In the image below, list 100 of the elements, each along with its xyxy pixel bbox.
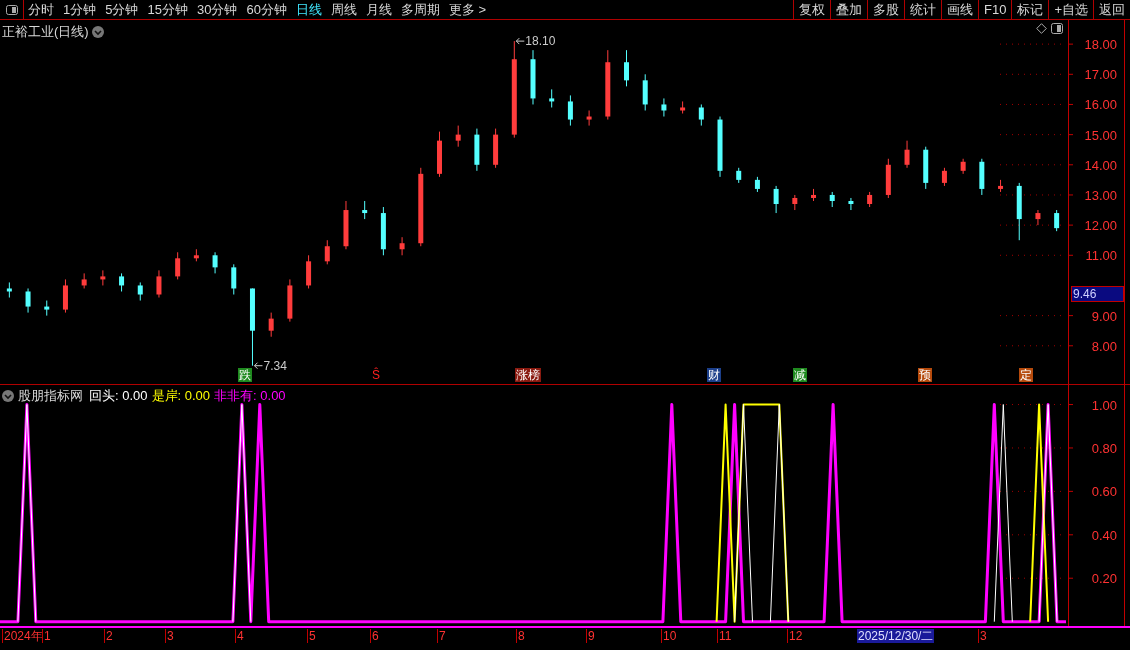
- candle: [680, 100, 686, 114]
- indicator-reading: 回头: 0.00: [89, 387, 148, 405]
- candle: [100, 269, 106, 286]
- current-price-label: 9.46: [1071, 286, 1124, 302]
- candle: [1054, 209, 1060, 232]
- candle: [979, 158, 985, 196]
- axis-label: 0.80: [1091, 440, 1117, 456]
- panel-toggle-icon[interactable]: [5, 4, 18, 15]
- event-marker[interactable]: 财: [707, 368, 721, 382]
- period-tab[interactable]: 月线: [365, 0, 392, 20]
- panel-toggle-icon[interactable]: [1051, 23, 1063, 34]
- axis-label: 13.00: [1084, 187, 1117, 203]
- event-marker[interactable]: 减: [793, 368, 807, 382]
- candle: [605, 49, 611, 121]
- event-marker[interactable]: 预: [918, 368, 932, 382]
- toolbar-button[interactable]: 画线: [941, 0, 978, 19]
- candle: [941, 167, 947, 187]
- candle: [549, 88, 555, 108]
- period-tab[interactable]: 日线: [295, 0, 322, 20]
- candle: [586, 110, 592, 127]
- event-marker[interactable]: Ŝ: [371, 368, 381, 382]
- period-tab[interactable]: 分时: [28, 0, 54, 20]
- annotation: 7.34: [263, 358, 288, 373]
- annotation: 18.10: [525, 34, 556, 49]
- event-marker[interactable]: 涨榜: [515, 368, 541, 382]
- candle: [567, 94, 573, 127]
- axis-label: 9.00: [1091, 308, 1117, 324]
- candle: [923, 146, 929, 190]
- price-annotation: 18.10: [515, 34, 556, 49]
- candle: [343, 200, 349, 250]
- axis-label: 11.00: [1085, 248, 1117, 264]
- axis-label: 17.00: [1084, 67, 1117, 83]
- axis-label: 15.00: [1084, 127, 1117, 143]
- axis-label: 0.20: [1091, 571, 1117, 587]
- candle: [175, 251, 181, 280]
- candle: [231, 263, 237, 295]
- time-axis-label: 10: [661, 629, 677, 643]
- time-axis-label: 2024年: [2, 629, 43, 643]
- event-marker[interactable]: 跌: [238, 368, 252, 382]
- candle: [119, 272, 125, 292]
- candle: [661, 97, 667, 118]
- price-annotation: 7.34: [253, 358, 287, 373]
- period-tab[interactable]: 周线: [330, 0, 357, 20]
- more-menu[interactable]: 更多 >: [448, 0, 487, 20]
- period-tab[interactable]: 多周期: [400, 0, 440, 20]
- cursor-date-label: 2025/12/30/二: [857, 629, 935, 643]
- dropdown-icon[interactable]: [91, 25, 104, 38]
- indicator-reading: 非非有: 0.00: [214, 387, 286, 405]
- axis-label: 18.00: [1084, 37, 1117, 53]
- candle: [829, 191, 835, 208]
- toolbar-button[interactable]: 返回: [1093, 0, 1130, 19]
- candle: [287, 278, 293, 323]
- axis-label: 0.40: [1091, 527, 1117, 543]
- toolbar-button[interactable]: 叠加: [830, 0, 867, 19]
- candle: [867, 191, 873, 208]
- time-axis-label: 5: [307, 629, 316, 643]
- chart-title: 正裕工业(日线): [2, 23, 89, 41]
- period-tab[interactable]: 30分钟: [196, 0, 238, 20]
- candle: [455, 125, 461, 148]
- candle: [81, 272, 87, 289]
- candle: [904, 140, 910, 169]
- time-axis-label: 3: [165, 629, 174, 643]
- toolbar-button[interactable]: 多股: [867, 0, 904, 19]
- indicator-name: 股朋指标网: [18, 387, 83, 405]
- period-tab[interactable]: 15分钟: [147, 0, 188, 20]
- dropdown-icon[interactable]: [2, 389, 14, 402]
- event-marker[interactable]: 定: [1019, 368, 1033, 382]
- candle: [268, 312, 274, 338]
- toolbar-button[interactable]: 统计: [904, 0, 941, 19]
- toolbar-button[interactable]: F10: [978, 0, 1012, 19]
- toolbar-button[interactable]: 复权: [793, 0, 830, 19]
- candle: [754, 176, 760, 193]
- period-tab[interactable]: 60分钟: [246, 0, 287, 20]
- candle: [698, 103, 704, 127]
- candle: [624, 49, 629, 87]
- candle: [1035, 209, 1041, 226]
- candle: [1016, 182, 1022, 241]
- candle: [44, 300, 50, 317]
- axis-label: 14.00: [1084, 157, 1117, 173]
- toolbar-button[interactable]: +自选: [1048, 0, 1093, 19]
- candle: [6, 281, 12, 298]
- candle: [362, 200, 368, 220]
- axis-label: 0.60: [1091, 484, 1117, 500]
- diamond-icon[interactable]: [1036, 23, 1047, 34]
- candle: [137, 281, 143, 302]
- time-axis-label: 2: [104, 629, 113, 643]
- candle: [848, 197, 854, 211]
- candle: [885, 158, 891, 199]
- candle: [998, 179, 1004, 193]
- candle: [717, 116, 723, 178]
- period-tab[interactable]: 1分钟: [63, 0, 97, 20]
- time-axis-label: 4: [235, 629, 244, 643]
- candle: [62, 278, 68, 314]
- candle: [306, 254, 312, 289]
- period-tab[interactable]: 5分钟: [105, 0, 139, 20]
- candle: [474, 128, 480, 172]
- toolbar-button[interactable]: 标记: [1011, 0, 1049, 19]
- candle: [212, 251, 218, 274]
- time-axis-label: 7: [437, 629, 446, 643]
- time-axis-label: 9: [586, 629, 595, 643]
